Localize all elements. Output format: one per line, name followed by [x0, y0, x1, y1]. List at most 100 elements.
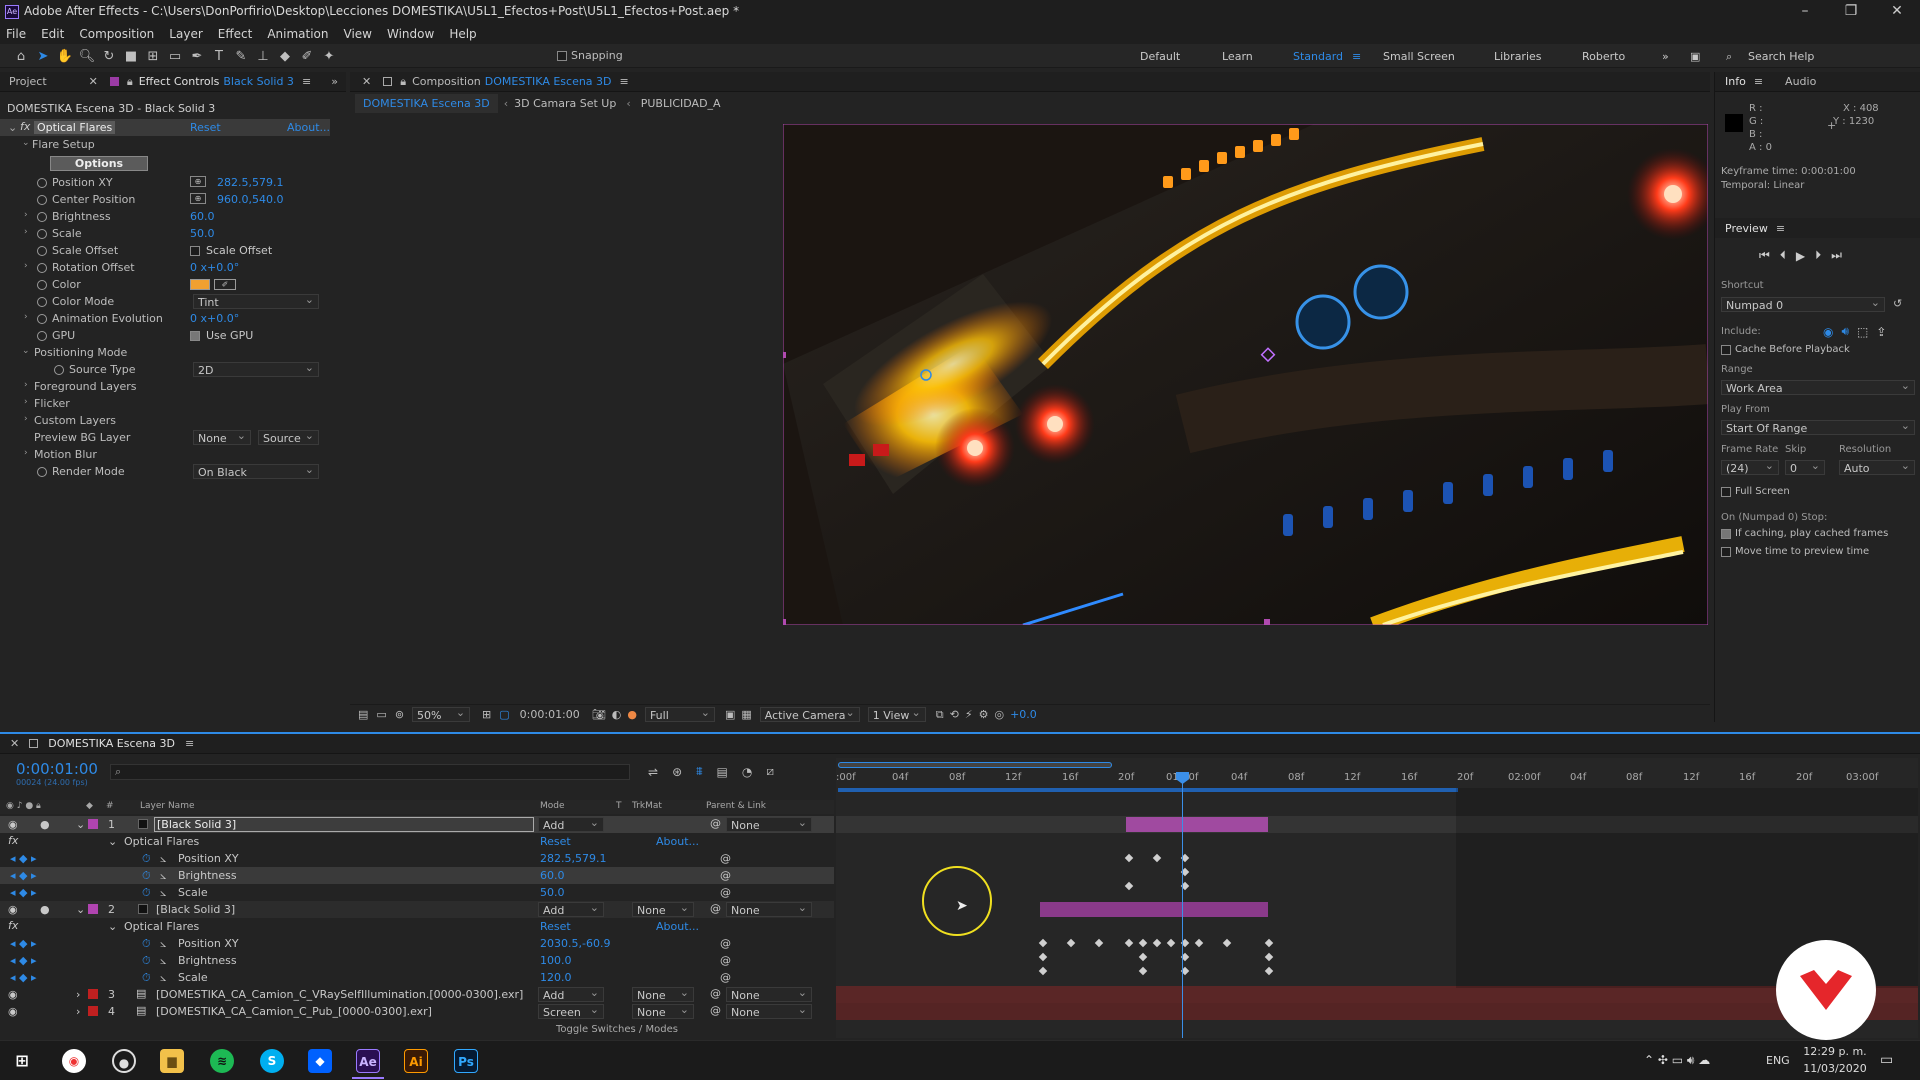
clock-time[interactable]: 12:29 p. m. — [1802, 1045, 1868, 1058]
expand-icon[interactable]: › — [24, 397, 28, 407]
expand-icon[interactable]: › — [24, 261, 28, 271]
tab-effect-controls[interactable]: Effect Controls — [139, 75, 220, 88]
pickwhip-icon[interactable]: @ — [710, 1004, 721, 1017]
col-mode[interactable]: Mode — [540, 801, 565, 811]
include-export-icon[interactable]: ⇪ — [1876, 325, 1886, 339]
prop-preview-bg-layer[interactable]: Preview BG Layer None Source — [0, 429, 330, 446]
mode-dropdown[interactable]: Screen — [538, 1003, 604, 1019]
play-from-dropdown[interactable]: Start Of Range — [1721, 419, 1915, 435]
pan-behind-tool-icon[interactable]: ⊞ — [142, 45, 164, 67]
collapse-icon[interactable]: ⌄ — [108, 920, 117, 933]
expand-icon[interactable]: › — [24, 227, 28, 237]
if-caching-checkbox[interactable] — [1721, 528, 1731, 539]
col-layer-name[interactable]: Layer Name — [140, 801, 195, 811]
keyframe[interactable] — [1124, 853, 1134, 863]
effect-about-link[interactable]: About... — [287, 121, 330, 134]
playhead[interactable] — [1182, 772, 1183, 1038]
keyframe-nav-icon[interactable]: ◂ ◆ ▸ — [10, 954, 37, 967]
collapse-icon[interactable]: ⌄ — [8, 121, 17, 134]
options-button[interactable]: Options — [50, 156, 148, 171]
keyframe[interactable] — [1038, 952, 1048, 962]
cache-before-playback[interactable]: Cache Before Playback — [1721, 344, 1850, 355]
views-dropdown[interactable]: 1 View — [867, 706, 926, 722]
keyframe[interactable] — [1138, 966, 1148, 976]
prop-row-scale[interactable]: ◂ ◆ ▸ ⏱ ⦣ Scale 50.0 @ — [0, 884, 834, 901]
solo-icon[interactable]: ● — [40, 818, 50, 831]
snapping-checkbox[interactable] — [557, 50, 567, 61]
prop-value[interactable]: 60.0 — [190, 210, 215, 223]
pickwhip-icon[interactable]: @ — [710, 817, 721, 830]
solo-icon[interactable]: ● — [40, 903, 50, 916]
stopwatch-icon[interactable] — [37, 178, 47, 188]
graph-icon[interactable]: ⦣ — [160, 886, 166, 900]
zoom-dropdown[interactable]: 50% — [412, 706, 471, 722]
stopwatch-icon[interactable] — [37, 246, 47, 256]
menu-composition[interactable]: Composition — [79, 27, 154, 41]
frame-blending-icon[interactable]: ▤ — [717, 765, 728, 779]
keyframe[interactable] — [1194, 938, 1204, 948]
comp-flowchart-icon[interactable]: ⇌ — [648, 765, 658, 779]
layer-name[interactable]: [DOMESTIKA_CA_Camion_C_VRaySelfIlluminat… — [156, 988, 523, 1001]
graph-icon[interactable]: ⦣ — [160, 971, 166, 985]
skype-icon[interactable]: S — [260, 1049, 284, 1073]
system-tray-icons[interactable]: ⌃ ✣ ▭ 🔊︎ ☁ — [1644, 1053, 1710, 1068]
tab-comp-name[interactable]: DOMESTIKA Escena 3D — [485, 75, 612, 88]
parent-dropdown[interactable]: None — [726, 1003, 812, 1019]
layer-search-input[interactable]: ⌕ — [110, 764, 630, 780]
expand-icon[interactable]: › — [76, 988, 80, 1001]
graph-editor-icon[interactable]: ⧄ — [766, 764, 774, 779]
prop-row-position-xy[interactable]: ◂ ◆ ▸ ⏱ ⦣ Position XY 282.5,579.1 @ — [0, 850, 834, 867]
timeline-current-time[interactable]: 0:00:01:00 — [16, 760, 98, 778]
workspace-learn[interactable]: Learn — [1222, 50, 1253, 63]
fx-icon[interactable]: fx — [20, 120, 30, 133]
toggle-pixel-icon[interactable]: ⧉ — [936, 708, 944, 722]
keyframe[interactable] — [1138, 952, 1148, 962]
tab-info[interactable]: Info — [1725, 75, 1746, 88]
prop-brightness[interactable]: › Brightness 60.0 — [0, 208, 330, 225]
camera-tool-icon[interactable]: ■ — [120, 45, 142, 67]
reset-exposure-icon[interactable]: ⟲ — [950, 708, 959, 721]
stopwatch-icon[interactable]: ⏱ — [142, 852, 151, 866]
prop-color-mode[interactable]: Color Mode Tint — [0, 293, 330, 310]
parent-dropdown[interactable]: None — [726, 816, 812, 832]
expand-icon[interactable]: › — [24, 414, 28, 424]
keyframe[interactable] — [1124, 881, 1134, 891]
stopwatch-icon[interactable] — [37, 195, 47, 205]
color-channel-icon[interactable]: ● — [627, 708, 637, 721]
stopwatch-icon[interactable]: ⏱ — [142, 954, 151, 968]
search-help-input[interactable]: Search Help — [1748, 50, 1814, 63]
stopwatch-icon[interactable] — [37, 212, 47, 222]
move-time-checkbox[interactable] — [1721, 546, 1731, 557]
pickwhip-icon[interactable]: @ — [720, 937, 731, 950]
workspace-standard[interactable]: Standard — [1293, 50, 1343, 63]
close-tab-icon[interactable]: ✕ — [362, 75, 371, 88]
keyframe-nav-icon[interactable]: ◂ ◆ ▸ — [10, 852, 37, 865]
prop-row-position-xy[interactable]: ◂ ◆ ▸ ⏱ ⦣ Position XY 2030.5,-60.9 @ — [0, 935, 834, 952]
keyframe[interactable] — [1138, 938, 1148, 948]
prop-value[interactable]: 100.0 — [540, 954, 572, 967]
pickwhip-icon[interactable]: @ — [720, 869, 731, 882]
expand-icon[interactable]: › — [76, 1005, 80, 1018]
roi-icon[interactable]: ▣ — [725, 708, 735, 721]
breadcrumb-item[interactable]: PUBLICIDAD_A — [641, 97, 721, 110]
keyframe-nav-icon[interactable]: ◂ ◆ ▸ — [10, 971, 37, 984]
workspace-small-screen[interactable]: Small Screen — [1383, 50, 1455, 63]
parent-dropdown[interactable]: None — [726, 901, 812, 917]
zoom-tool-icon[interactable]: 🔍︎ — [76, 45, 98, 67]
monitor-icon[interactable]: ▭ — [376, 708, 386, 721]
prop-gpu[interactable]: GPU Use GPU — [0, 327, 330, 344]
fast-previews-icon[interactable]: ⚡︎ — [965, 708, 973, 721]
stopwatch-icon[interactable]: ⏱ — [142, 937, 151, 951]
trkmat-dropdown[interactable]: None — [632, 1003, 694, 1019]
pen-tool-icon[interactable]: ✒ — [186, 45, 208, 67]
prop-scale-offset[interactable]: Scale Offset Scale Offset — [0, 242, 330, 259]
expand-icon[interactable]: › — [24, 448, 28, 458]
menu-effect[interactable]: Effect — [218, 27, 253, 41]
include-video-icon[interactable]: ◉ — [1823, 325, 1833, 339]
effect-row[interactable]: fx ⌄ Optical Flares Reset About... — [0, 918, 834, 935]
fx-icon[interactable]: fx — [8, 919, 18, 932]
menu-window[interactable]: Window — [387, 27, 434, 41]
time-graph[interactable]: :00f 04f 08f 12f 16f 20f 01:00f 04f 08f … — [836, 758, 1918, 1038]
play-icon[interactable]: ▶ — [1796, 249, 1805, 263]
stopwatch-icon[interactable]: ⏱ — [142, 869, 151, 883]
